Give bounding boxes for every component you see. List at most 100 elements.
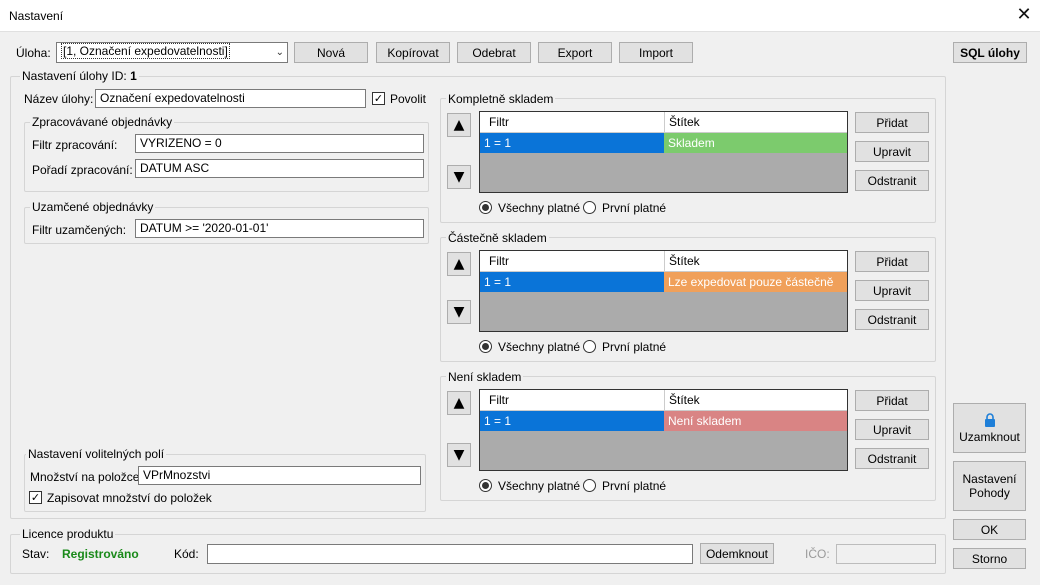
table-row[interactable]: 1 = 1 Není skladem xyxy=(480,411,847,431)
new-button[interactable]: Nová xyxy=(294,42,368,63)
export-button[interactable]: Export xyxy=(538,42,612,63)
unlock-button[interactable]: Odemknout xyxy=(700,543,774,564)
license-status-label: Stav: xyxy=(22,547,50,561)
license-code-label: Kód: xyxy=(174,547,199,561)
optional-fields-title: Nastavení volitelných polí xyxy=(26,447,167,461)
row-label-cell[interactable]: Není skladem xyxy=(664,411,847,431)
license-status-value: Registrováno xyxy=(62,547,139,561)
filter-locked-label: Filtr uzamčených: xyxy=(32,223,127,237)
first-valid-label: První platné xyxy=(602,479,667,493)
all-valid-label: Všechny platné xyxy=(498,201,581,215)
filter-processing-label: Filtr zpracování: xyxy=(32,138,118,152)
copy-button[interactable]: Kopírovat xyxy=(376,42,450,63)
table-row[interactable]: 1 = 1 Skladem xyxy=(480,133,847,153)
chevron-down-icon[interactable]: ⌄ xyxy=(276,45,284,60)
col-label[interactable]: Štítek xyxy=(669,393,700,407)
grid-header: Filtr Štítek xyxy=(480,112,847,133)
pohoda-label-line1: Nastavení xyxy=(962,472,1017,486)
col-filter[interactable]: Filtr xyxy=(489,254,509,268)
complete-stock-grid[interactable]: Filtr Štítek 1 = 1 Skladem xyxy=(479,111,848,193)
filter-processing-input[interactable]: VYRIZENO = 0 xyxy=(135,134,424,153)
title-bar: Nastavení ✕ xyxy=(0,0,1040,32)
task-settings-label: Nastavení úlohy ID: 1 xyxy=(20,69,139,83)
processed-orders-title: Zpracovávané objednávky xyxy=(30,115,175,129)
license-code-input[interactable] xyxy=(207,544,693,564)
processed-orders-group xyxy=(24,122,429,192)
enable-checkbox[interactable]: ✓ xyxy=(372,92,385,105)
edit-button[interactable]: Upravit xyxy=(855,280,929,301)
write-qty-label: Zapisovat množství do položek xyxy=(47,491,212,505)
window-title: Nastavení xyxy=(9,9,64,23)
processing-order-label: Pořadí zpracování: xyxy=(32,163,133,177)
sql-tasks-button[interactable]: SQL úlohy xyxy=(953,42,1027,63)
add-button[interactable]: Přidat xyxy=(855,390,929,411)
task-select-value: [1, Označení expedovatelnosti] xyxy=(61,43,230,59)
row-label-cell[interactable]: Lze expedovat pouze částečně xyxy=(664,272,847,292)
ico-label: IČO: xyxy=(805,547,830,561)
pohoda-label-line2: Pohody xyxy=(969,486,1010,500)
task-name-input[interactable]: Označení expedovatelnosti xyxy=(95,89,366,108)
partial-stock-title: Částečně skladem xyxy=(446,231,549,245)
delete-button[interactable]: Odstranit xyxy=(855,448,929,469)
move-up-icon[interactable]: ▲ xyxy=(447,391,471,415)
all-valid-radio[interactable] xyxy=(479,340,492,353)
row-filter-cell[interactable]: 1 = 1 xyxy=(480,272,664,292)
delete-button[interactable]: Odstranit xyxy=(855,309,929,330)
import-button[interactable]: Import xyxy=(619,42,693,63)
first-valid-label: První platné xyxy=(602,201,667,215)
task-name-label: Název úlohy: xyxy=(24,92,94,106)
task-id: 1 xyxy=(130,69,137,83)
row-label-cell[interactable]: Skladem xyxy=(664,133,847,153)
write-qty-checkbox[interactable]: ✓ xyxy=(29,491,42,504)
col-filter[interactable]: Filtr xyxy=(489,115,509,129)
move-up-icon[interactable]: ▲ xyxy=(447,252,471,276)
first-valid-label: První platné xyxy=(602,340,667,354)
partial-stock-grid[interactable]: Filtr Štítek 1 = 1 Lze expedovat pouze č… xyxy=(479,250,848,332)
first-valid-radio[interactable] xyxy=(583,340,596,353)
locked-orders-title: Uzamčené objednávky xyxy=(30,200,156,214)
col-label[interactable]: Štítek xyxy=(669,254,700,268)
col-label[interactable]: Štítek xyxy=(669,115,700,129)
out-of-stock-title: Není skladem xyxy=(446,370,524,384)
filter-locked-input[interactable]: DATUM >= '2020-01-01' xyxy=(135,219,424,238)
row-filter-cell[interactable]: 1 = 1 xyxy=(480,411,664,431)
row-filter-cell[interactable]: 1 = 1 xyxy=(480,133,664,153)
lock-button-label: Uzamknout xyxy=(959,429,1020,444)
add-button[interactable]: Přidat xyxy=(855,112,929,133)
lock-button[interactable]: Uzamknout xyxy=(953,403,1026,453)
all-valid-label: Všechny platné xyxy=(498,340,581,354)
all-valid-radio[interactable] xyxy=(479,479,492,492)
move-down-icon[interactable]: ▼ xyxy=(447,443,471,467)
task-label: Úloha: xyxy=(16,46,51,60)
grid-header: Filtr Štítek xyxy=(480,251,847,272)
qty-on-item-input[interactable]: VPrMnozstvi xyxy=(138,466,421,485)
qty-on-item-label: Množství na položce: xyxy=(30,470,143,484)
first-valid-radio[interactable] xyxy=(583,201,596,214)
delete-button[interactable]: Odstranit xyxy=(855,170,929,191)
processing-order-input[interactable]: DATUM ASC xyxy=(135,159,424,178)
remove-button[interactable]: Odebrat xyxy=(457,42,531,63)
complete-stock-title: Kompletně skladem xyxy=(446,92,556,106)
cancel-button[interactable]: Storno xyxy=(953,548,1026,569)
edit-button[interactable]: Upravit xyxy=(855,419,929,440)
pohoda-settings-button[interactable]: Nastavení Pohody xyxy=(953,461,1026,511)
first-valid-radio[interactable] xyxy=(583,479,596,492)
col-filter[interactable]: Filtr xyxy=(489,393,509,407)
all-valid-radio[interactable] xyxy=(479,201,492,214)
close-icon[interactable]: ✕ xyxy=(1010,2,1038,30)
table-row[interactable]: 1 = 1 Lze expedovat pouze částečně xyxy=(480,272,847,292)
edit-button[interactable]: Upravit xyxy=(855,141,929,162)
grid-header: Filtr Štítek xyxy=(480,390,847,411)
lock-icon xyxy=(984,412,995,427)
license-title: Licence produktu xyxy=(20,527,116,541)
all-valid-label: Všechny platné xyxy=(498,479,581,493)
enable-label: Povolit xyxy=(390,92,427,106)
ok-button[interactable]: OK xyxy=(953,519,1026,540)
move-up-icon[interactable]: ▲ xyxy=(447,113,471,137)
out-of-stock-grid[interactable]: Filtr Štítek 1 = 1 Není skladem xyxy=(479,389,848,471)
add-button[interactable]: Přidat xyxy=(855,251,929,272)
move-down-icon[interactable]: ▼ xyxy=(447,165,471,189)
ico-input[interactable] xyxy=(836,544,936,564)
move-down-icon[interactable]: ▼ xyxy=(447,300,471,324)
task-select[interactable]: [1, Označení expedovatelnosti] ⌄ xyxy=(56,42,288,63)
